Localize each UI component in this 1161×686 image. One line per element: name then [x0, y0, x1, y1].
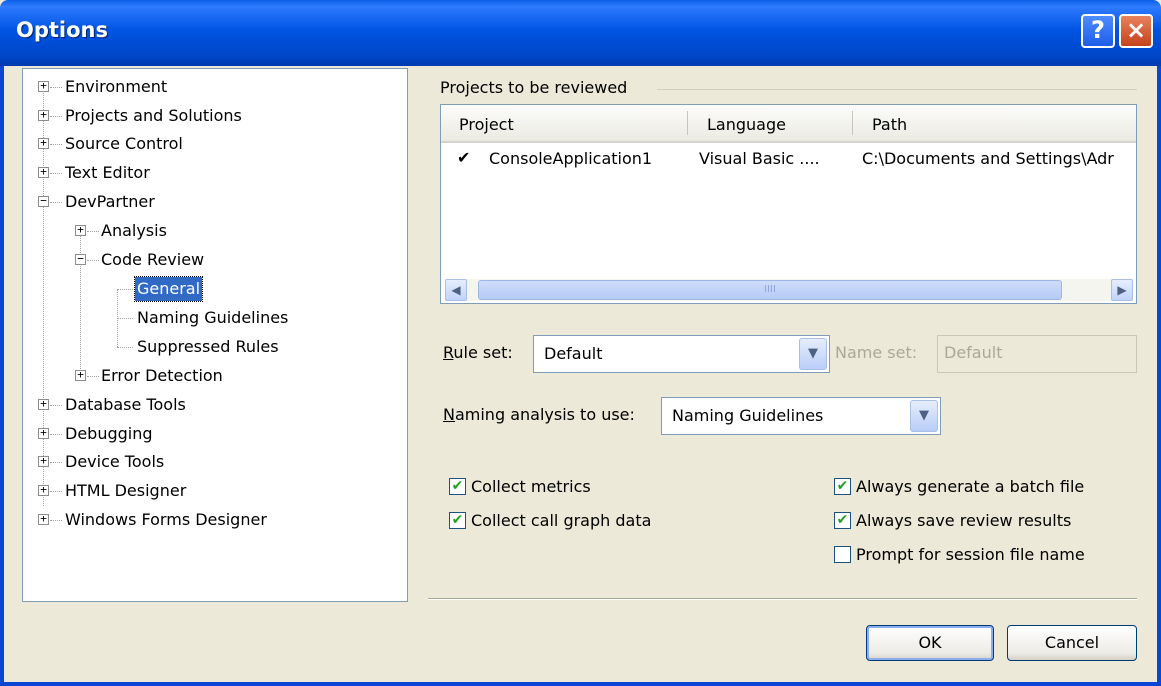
expand-icon[interactable]: +: [38, 513, 49, 525]
projects-group-caption: Projects to be reviewed: [440, 78, 628, 97]
always-generate-batch-label: Always generate a batch file: [856, 477, 1085, 496]
rule-set-dropdown[interactable]: Default ▼: [533, 335, 830, 373]
chevron-down-icon[interactable]: ▼: [799, 338, 827, 370]
tree-item-label: Database Tools: [65, 395, 186, 414]
expand-icon[interactable]: +: [38, 398, 49, 410]
tree-item-label: Text Editor: [65, 163, 150, 182]
tree-item-label: Environment: [65, 77, 168, 96]
horizontal-scrollbar[interactable]: ◀ IIII ▶: [445, 279, 1133, 301]
expand-icon[interactable]: +: [38, 166, 49, 178]
tree-item-label: Device Tools: [65, 452, 165, 471]
collapse-icon[interactable]: −: [75, 253, 86, 265]
expand-icon[interactable]: +: [38, 137, 49, 149]
tree-item-label: Debugging: [65, 424, 153, 443]
always-save-results-label: Always save review results: [856, 511, 1072, 530]
window-frame-left: [0, 66, 4, 686]
name-set-field: Default: [937, 335, 1137, 373]
group-divider: [657, 89, 1137, 90]
cancel-button[interactable]: Cancel: [1007, 625, 1137, 661]
tree-item-label: Error Detection: [101, 366, 223, 385]
tree-item-label: Naming Guidelines: [137, 308, 289, 327]
project-name: ConsoleApplication1: [489, 149, 653, 168]
checkbox-icon[interactable]: [834, 546, 851, 563]
name-set-label: Name set:: [835, 343, 918, 362]
checkbox-icon[interactable]: ✔: [834, 478, 851, 495]
rule-set-value: Default: [544, 344, 603, 363]
project-language: Visual Basic ....: [699, 149, 820, 168]
options-dialog: Options ? × + Environment + Projects and…: [0, 0, 1161, 686]
help-button[interactable]: ?: [1081, 14, 1115, 48]
rule-set-label: Rule set:: [443, 343, 513, 362]
checkbox-icon[interactable]: ✔: [834, 512, 851, 529]
expand-icon[interactable]: +: [75, 369, 86, 381]
window-title: Options: [16, 18, 108, 42]
tree-connector-line: [43, 88, 44, 506]
window-frame-right: [1157, 66, 1161, 686]
expand-icon[interactable]: +: [38, 427, 49, 439]
column-header-path[interactable]: Path: [854, 105, 1136, 141]
tree-item-label: General: [133, 276, 204, 302]
ok-button[interactable]: OK: [866, 625, 994, 661]
tree-item-label: Analysis: [101, 221, 167, 240]
checkbox-icon[interactable]: ✔: [449, 512, 466, 529]
tree-item-label: Projects and Solutions: [65, 106, 242, 125]
name-set-value: Default: [944, 343, 1003, 362]
collect-call-graph-label: Collect call graph data: [471, 511, 652, 530]
prompt-session-file-label: Prompt for session file name: [856, 545, 1085, 564]
table-row[interactable]: ✔ ConsoleApplication1 Visual Basic .... …: [441, 145, 1136, 173]
chevron-down-icon[interactable]: ▼: [910, 400, 938, 432]
tree-item-label: DevPartner: [65, 192, 155, 211]
column-header-project[interactable]: Project: [441, 105, 689, 141]
naming-analysis-label: Naming analysis to use:: [443, 405, 635, 424]
tree-item-label: Code Review: [101, 250, 205, 269]
list-header: Project Language Path: [441, 105, 1136, 143]
tree-item-label: Windows Forms Designer: [65, 510, 267, 529]
tree-item-label: Source Control: [65, 134, 183, 153]
tree-item-label: Suppressed Rules: [137, 337, 279, 356]
checkbox-icon[interactable]: ✔: [449, 478, 466, 495]
column-header-language[interactable]: Language: [689, 105, 853, 141]
project-checkbox[interactable]: ✔: [457, 150, 471, 166]
naming-analysis-value: Naming Guidelines: [672, 406, 824, 425]
title-bar[interactable]: Options ? ×: [0, 0, 1161, 66]
collect-metrics-label: Collect metrics: [471, 477, 591, 496]
expand-icon[interactable]: +: [38, 484, 49, 496]
options-tree[interactable]: + Environment + Projects and Solutions +…: [22, 68, 408, 602]
scroll-left-icon[interactable]: ◀: [445, 279, 467, 301]
collapse-icon[interactable]: −: [38, 195, 49, 207]
close-button[interactable]: ×: [1119, 14, 1153, 48]
expand-icon[interactable]: +: [38, 80, 49, 92]
expand-icon[interactable]: +: [75, 224, 86, 236]
tree-item-label: HTML Designer: [65, 481, 187, 500]
scroll-thumb[interactable]: IIII: [478, 280, 1062, 300]
footer-divider: [428, 598, 1137, 600]
naming-analysis-dropdown[interactable]: Naming Guidelines ▼: [661, 397, 941, 435]
window-frame-bottom: [0, 682, 1161, 686]
expand-icon[interactable]: +: [38, 455, 49, 467]
projects-list[interactable]: Project Language Path ✔ ConsoleApplicati…: [440, 104, 1137, 304]
scroll-right-icon[interactable]: ▶: [1111, 279, 1133, 301]
project-path: C:\Documents and Settings\Adr: [862, 149, 1114, 168]
expand-icon[interactable]: +: [38, 109, 49, 121]
